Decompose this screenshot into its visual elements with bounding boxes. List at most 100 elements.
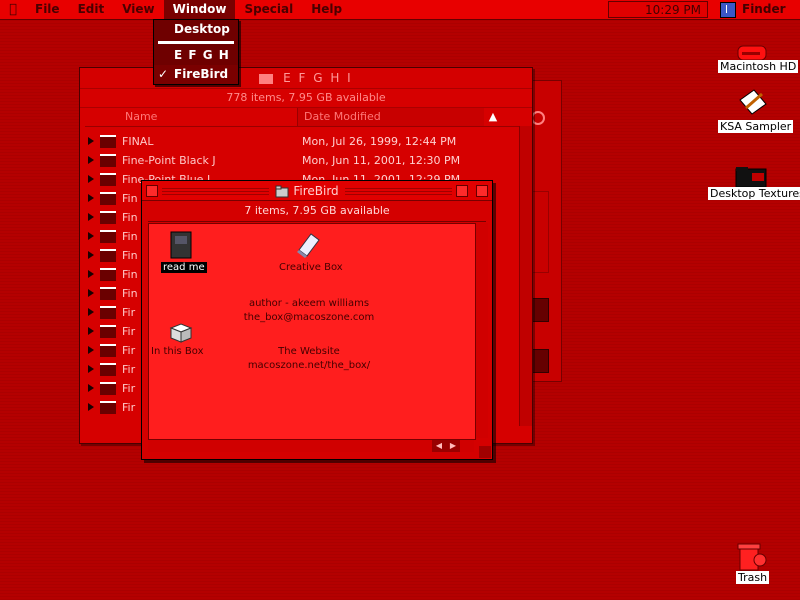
folder-icon — [100, 191, 116, 205]
menu-help[interactable]: Help — [302, 0, 351, 19]
window-info: 778 items, 7.95 GB available — [80, 88, 532, 108]
table-row[interactable]: Fine-Point Black J Mon, Jun 11, 2001, 12:… — [86, 151, 506, 169]
folder-icon — [100, 400, 116, 414]
desktop-icon-label: Trash — [736, 571, 770, 584]
open-box-icon — [169, 323, 193, 343]
disclosure-triangle-icon[interactable] — [86, 194, 94, 202]
folder-icon — [100, 134, 116, 148]
collapse-box[interactable] — [476, 184, 489, 197]
icon-label: In this Box — [151, 346, 204, 357]
horizontal-scrollbar[interactable]: ◀ ▶ — [148, 439, 474, 452]
folder-icon — [100, 248, 116, 262]
application-menu[interactable]: Finder — [710, 0, 800, 19]
folder-icon — [100, 343, 116, 357]
window-menu-item-efghi[interactable]: E F G H I — [154, 46, 238, 81]
folder-icon — [735, 167, 767, 188]
file-date: Mon, Jul 26, 1999, 12:44 PM — [302, 134, 457, 148]
document-icon — [170, 231, 192, 259]
disclosure-triangle-icon[interactable] — [86, 308, 94, 316]
file-icon-creative-box[interactable]: Creative Box — [273, 230, 343, 276]
disclosure-triangle-icon[interactable] — [86, 251, 94, 259]
resize-grip[interactable] — [479, 446, 491, 458]
file-icon-read-me[interactable]: read me — [159, 230, 207, 276]
folder-icon — [100, 172, 116, 186]
scroll-right-arrow[interactable]: ▶ — [446, 440, 460, 452]
folder-icon — [275, 185, 289, 197]
file-name: FINAL — [122, 134, 154, 148]
disclosure-triangle-icon[interactable] — [86, 175, 94, 183]
disclosure-triangle-icon[interactable] — [86, 403, 94, 411]
icon-label: read me — [161, 262, 207, 273]
icon-label: Creative Box — [279, 262, 343, 273]
window-titlebar[interactable]: E F G H I — [80, 68, 532, 88]
email-text: the_box@macoszone.com — [243, 312, 375, 323]
window-title-text: FireBird — [293, 183, 339, 198]
folder-icon — [100, 267, 116, 281]
window-title: FireBird — [269, 184, 344, 198]
sort-direction-button[interactable]: ▲ — [484, 108, 502, 126]
desktop-icon-label: KSA Sampler — [718, 120, 794, 133]
disclosure-triangle-icon[interactable] — [86, 232, 94, 240]
file-icon-in-this-box[interactable]: In this Box — [151, 320, 211, 360]
folder-icon — [100, 153, 116, 167]
trash-icon — [737, 543, 767, 571]
disclosure-triangle-icon[interactable] — [86, 327, 94, 335]
application-name: Finder — [742, 2, 786, 16]
column-header-name[interactable]: Name — [85, 108, 297, 126]
menu-special[interactable]: Special — [235, 0, 302, 19]
disclosure-triangle-icon[interactable] — [86, 365, 94, 373]
column-header-date-modified[interactable]: Date Modified — [297, 108, 484, 126]
folder-icon — [100, 286, 116, 300]
folder-icon — [100, 210, 116, 224]
window-titlebar[interactable]: FireBird — [142, 181, 492, 201]
zoom-box[interactable] — [456, 184, 469, 197]
menubar-right: 10:29 PM Finder — [608, 0, 800, 19]
help-icon — [531, 111, 545, 125]
titlebar-stripes — [162, 186, 270, 195]
side-button[interactable] — [531, 298, 549, 322]
menu-file[interactable]: File — [26, 0, 69, 19]
scroll-left-arrow[interactable]: ◀ — [432, 440, 446, 452]
menu-view[interactable]: View — [113, 0, 163, 19]
folder-icon — [100, 381, 116, 395]
desktop-icon-ksa-sampler[interactable]: KSA Sampler — [718, 88, 794, 134]
menu-separator — [158, 41, 234, 44]
folder-icon — [100, 305, 116, 319]
desktop-icon-macintosh-hd[interactable]: Macintosh HD — [718, 40, 799, 76]
menu-window[interactable]: Window — [163, 0, 236, 19]
author-text: author - akeem williams — [248, 298, 370, 309]
desktop-icon-label: Desktop Textures — [708, 187, 800, 200]
window-menu-item-desktop[interactable]: Desktop — [154, 20, 238, 39]
folder-icon — [100, 324, 116, 338]
side-button[interactable] — [531, 349, 549, 373]
window-title: E F G H I — [283, 71, 353, 85]
table-row[interactable]: FINAL Mon, Jul 26, 1999, 12:44 PM — [86, 132, 506, 150]
file-name: Fine-Point Black J — [122, 153, 216, 167]
desktop-icon-trash[interactable]: Trash — [730, 538, 776, 588]
desktop-icon-desktop-textures[interactable]: Desktop Textures — [706, 163, 800, 203]
disclosure-triangle-icon[interactable] — [86, 384, 94, 392]
window-content: read me Creative Box In this Box author … — [148, 223, 476, 440]
disclosure-triangle-icon[interactable] — [86, 289, 94, 297]
disclosure-triangle-icon[interactable] — [86, 213, 94, 221]
firebird-window[interactable]: FireBird 7 items, 7.95 GB available read… — [141, 180, 493, 460]
menubar-clock[interactable]: 10:29 PM — [608, 1, 708, 18]
apple-menu-icon[interactable]:  — [0, 2, 26, 17]
website-url: macoszone.net/the_box/ — [247, 360, 371, 371]
background-window-partial[interactable] — [530, 80, 562, 382]
folder-icon — [100, 362, 116, 376]
vertical-scrollbar[interactable] — [475, 223, 488, 438]
disclosure-triangle-icon[interactable] — [86, 156, 94, 164]
titlebar-stripes — [344, 186, 453, 195]
disclosure-triangle-icon[interactable] — [86, 137, 94, 145]
disclosure-triangle-icon[interactable] — [86, 270, 94, 278]
close-box[interactable] — [146, 184, 158, 197]
menu-edit[interactable]: Edit — [69, 0, 114, 19]
window-menu-item-firebird[interactable]: ✓ FireBird — [154, 65, 238, 84]
vertical-scrollbar[interactable] — [519, 126, 532, 426]
window-info: 7 items, 7.95 GB available — [148, 201, 486, 222]
window-menu-item-label: FireBird — [174, 67, 229, 81]
finder-icon — [720, 1, 736, 18]
disclosure-triangle-icon[interactable] — [86, 346, 94, 354]
document-pencil-icon — [739, 89, 767, 115]
